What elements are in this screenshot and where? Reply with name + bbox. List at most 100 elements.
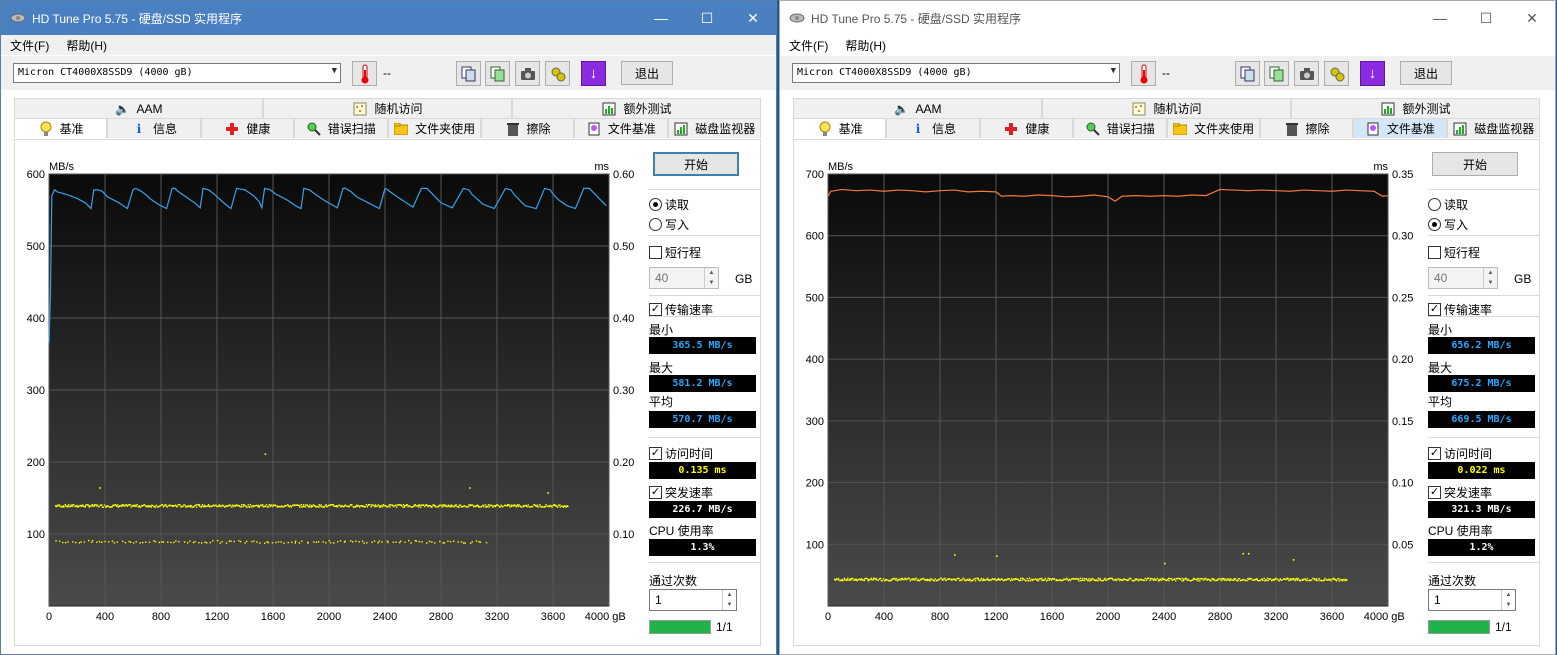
burst-rate-checkbox[interactable]: ✓ 突发速率 [1428,484,1492,501]
save-button[interactable]: ↓ [581,61,606,86]
copy-info-button[interactable] [456,61,481,86]
tab-random-access[interactable]: 随机访问 [263,98,512,118]
access-time-point [149,505,152,507]
minimize-icon[interactable]: — [1417,1,1463,35]
short-stroke-checkbox[interactable]: 短行程 [649,244,701,261]
tab-extra-tests[interactable]: 额外测试 [512,98,761,118]
menu-help[interactable]: 帮助(H) [845,37,886,54]
close-icon[interactable]: ✕ [730,1,776,35]
tab-benchmark[interactable]: 基准 [14,118,108,138]
passes-input[interactable]: 1 ▲ ▼ [649,589,737,611]
copy-icon [1240,66,1254,81]
save-button[interactable]: ↓ [1360,61,1385,86]
tab-info[interactable]: i 信息 [886,118,980,138]
short-stroke-checkbox[interactable]: 短行程 [1428,244,1480,261]
thermometer-button[interactable] [352,61,377,86]
tab-aam[interactable]: 🔈 AAM [14,98,263,118]
access-time-point [1324,577,1326,580]
burst-rate-checkbox[interactable]: ✓ 突发速率 [649,484,713,501]
read-radio[interactable]: 读取 [1428,196,1468,213]
title-bar[interactable]: HD Tune Pro 5.75 - 硬盘/SSD 实用程序 — ☐ ✕ [1,1,776,35]
burst-rate-label: 突发速率 [665,486,714,500]
access-time-point [300,503,303,506]
tab-error-scan[interactable]: 错误扫描 [294,118,388,138]
tab-folder-usage[interactable]: 文件夹使用 [1166,118,1260,138]
tab-aam[interactable]: 🔈 AAM [793,98,1042,118]
exit-button[interactable]: 退出 [1400,61,1452,85]
access-time-point [389,506,391,508]
tab-benchmark[interactable]: 基准 [793,118,887,138]
copy-info-button[interactable] [1235,61,1260,86]
y-right-unit-label: ms [1373,161,1388,173]
tab-health[interactable]: 健康 [979,118,1074,138]
start-button[interactable]: 开始 [653,152,739,176]
access-time-point [1183,578,1185,581]
access-time-point [516,504,519,506]
drive-select[interactable]: Micron CT4000X8SSD9 (4000 gB) ▼ [792,63,1120,83]
short-stroke-input[interactable]: 40 ▲ ▼ [649,267,719,289]
tab-folder-usage[interactable]: 文件夹使用 [387,118,481,138]
title-bar[interactable]: HD Tune Pro 5.75 - 硬盘/SSD 实用程序 — ☐ ✕ [780,1,1555,35]
access-time-point [1097,580,1099,582]
access-time-point [463,505,466,507]
access-time-point [182,505,184,507]
spin-arrows-icon[interactable]: ▲ ▼ [704,268,718,288]
access-time-point [74,541,77,544]
copy-all-button[interactable] [485,61,510,86]
short-stroke-input[interactable]: 40 ▲ ▼ [1428,267,1498,289]
screenshot-button[interactable] [515,61,540,86]
access-time-checkbox[interactable]: ✓ 访问时间 [1428,445,1492,462]
spin-arrows-icon[interactable]: ▲ ▼ [1501,590,1515,610]
write-radio[interactable]: 写入 [1428,216,1468,233]
access-time-point [202,506,205,508]
tab-file-benchmark[interactable]: 文件基准 [574,118,668,138]
tab-file-benchmark[interactable]: 文件基准 [1353,118,1447,138]
access-time-point [437,505,440,508]
passes-input[interactable]: 1 ▲ ▼ [1428,589,1516,611]
spin-arrows-icon[interactable]: ▲ ▼ [1483,268,1497,288]
copy-all-button[interactable] [1264,61,1289,86]
exit-button[interactable]: 退出 [621,61,673,85]
maximize-icon[interactable]: ☐ [1463,1,1509,35]
tab-health[interactable]: 健康 [200,118,295,138]
access-time-point [158,541,161,544]
tab-disk-monitor[interactable]: 磁盘监视器 [1446,118,1540,138]
options-button[interactable] [545,61,570,86]
write-radio[interactable]: 写入 [649,216,689,233]
access-time-point [328,539,330,542]
hdtune-app-icon [10,10,26,26]
drive-select[interactable]: Micron CT4000X8SSD9 (4000 gB) ▼ [13,63,341,83]
y-left-tick-label: 200 [806,478,824,490]
minimize-icon[interactable]: — [638,1,684,35]
tab-extra-tests[interactable]: 额外测试 [1291,98,1540,118]
thermometer-button[interactable] [1131,61,1156,86]
access-time-point [1323,579,1326,581]
tab-error-scan[interactable]: 错误扫描 [1073,118,1167,138]
access-time-point [518,504,520,506]
tab-disk-monitor[interactable]: 磁盘监视器 [667,118,761,138]
menu-bar: 文件(F) 帮助(H) [1,35,776,55]
short-stroke-label: 短行程 [1444,246,1481,260]
tab-erase[interactable]: 擦除 [480,118,575,138]
min-value: 656.2 MB/s [1428,337,1535,354]
access-time-point [1130,577,1132,580]
tab-random-access[interactable]: 随机访问 [1042,98,1291,118]
close-icon[interactable]: ✕ [1509,1,1555,35]
access-time-point [125,503,127,506]
menu-help[interactable]: 帮助(H) [66,37,107,54]
maximize-icon[interactable]: ☐ [684,1,730,35]
access-time-point [239,540,242,543]
start-button[interactable]: 开始 [1432,152,1518,176]
spin-arrows-icon[interactable]: ▲ ▼ [722,590,736,610]
options-button[interactable] [1324,61,1349,86]
menu-file[interactable]: 文件(F) [789,37,828,54]
tab-info[interactable]: i 信息 [107,118,201,138]
read-radio[interactable]: 读取 [649,196,689,213]
tab-erase[interactable]: 擦除 [1259,118,1354,138]
access-time-point [68,503,70,506]
access-time-point [945,579,947,582]
screenshot-button[interactable] [1294,61,1319,86]
access-time-point [183,541,186,543]
access-time-checkbox[interactable]: ✓ 访问时间 [649,445,713,462]
menu-file[interactable]: 文件(F) [10,37,49,54]
